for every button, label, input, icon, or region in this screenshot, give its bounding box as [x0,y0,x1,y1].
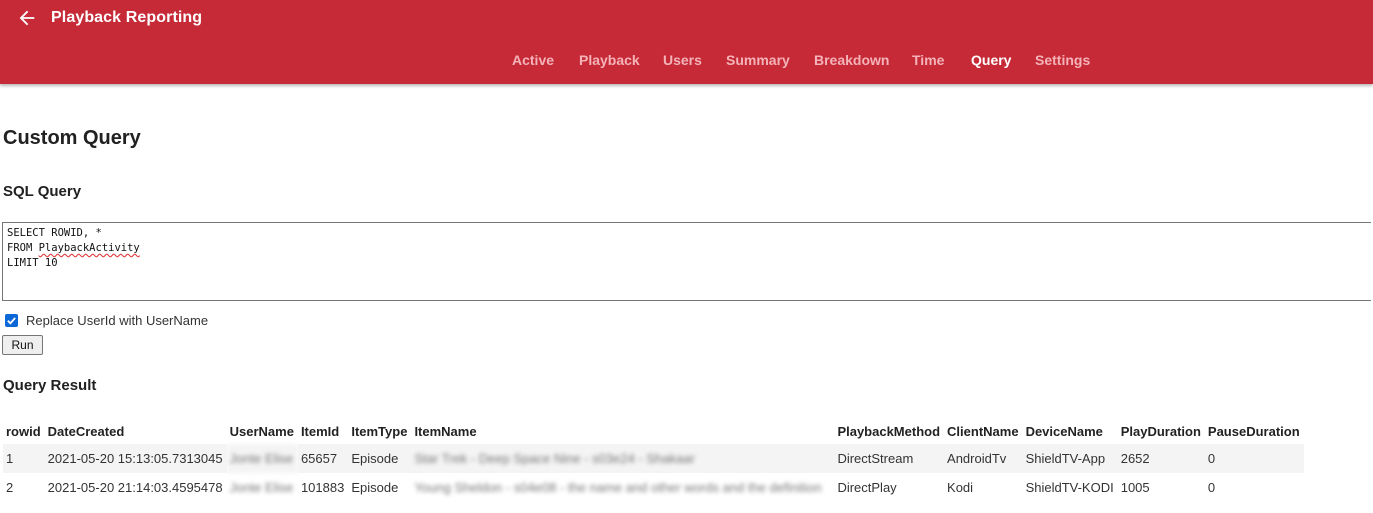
cell-item-name: Star Trek - Deep Space Nine - s03e24 - S… [411,444,835,473]
cell-pause-duration: 0 [1207,480,1216,495]
cell-username: Jonte Elise [229,480,294,495]
column-header: DeviceName [1025,423,1103,439]
cell-date-created: 2021-05-20 21:14:03.4595478 [47,480,223,495]
tab-time[interactable]: Time [912,52,944,68]
sql-line: FROM [7,242,39,254]
column-header: rowid [6,423,41,439]
column-header: ClientName [947,423,1019,439]
arrow-left-icon [19,10,35,26]
table-header-row: rowid DateCreated UserName ItemId ItemTy… [3,418,1304,444]
run-button[interactable]: Run [2,335,43,355]
tab-users[interactable]: Users [663,52,702,68]
cell-device-name: ShieldTV-KODI [1025,480,1114,495]
cell-item-id: 101883 [300,480,345,495]
column-header: UserName [229,423,294,439]
cell-playback-method: DirectPlay [837,480,897,495]
item-name-text: Young Sheldon - s04e08 - the name and ot… [414,480,822,495]
replace-userid-checkbox[interactable] [5,314,18,327]
cell-item-type: Episode [348,444,412,473]
sql-line: LIMIT 10 [7,257,58,269]
tab-summary[interactable]: Summary [726,52,790,68]
cell-date-created: 2021-05-20 15:13:05.7313045 [44,444,227,473]
results-table: rowid DateCreated UserName ItemId ItemTy… [3,418,1304,502]
cell-playback-method: DirectStream [834,444,945,473]
cell-rowid: 1 [3,444,45,473]
column-header: ItemType [351,423,408,439]
column-header: ItemId [300,423,340,439]
app-header: Playback Reporting Active Playback Users… [0,0,1373,84]
cell-client-name: AndroidTv [944,444,1023,473]
cell-device-name: ShieldTV-App [1022,444,1118,473]
column-header: ItemName [414,423,477,439]
checkmark-icon [7,317,16,325]
cell-item-name: Young Sheldon - s04e08 - the name and ot… [411,473,834,502]
cell-pause-duration: 0 [1204,444,1304,473]
app-title: Playback Reporting [51,9,203,26]
back-button[interactable] [16,7,38,29]
item-name-text: Star Trek - Deep Space Nine - s03e24 - S… [414,451,695,466]
sql-section-title: SQL Query [3,183,82,200]
cell-client-name: Kodi [947,480,974,495]
cell-item-id: 65657 [297,444,349,473]
column-header: DateCreated [47,423,125,439]
sql-line: SELECT ROWID, * [7,227,102,239]
cell-play-duration: 1005 [1120,480,1150,495]
cell-username: Jonte Elise [226,444,298,473]
sql-table-name: PlaybackActivity [38,242,140,254]
cell-item-type: Episode [351,480,399,495]
cell-play-duration: 2652 [1117,444,1205,473]
tab-playback[interactable]: Playback [579,52,640,68]
tab-query[interactable]: Query [971,52,1011,68]
column-header: PauseDuration [1207,423,1300,439]
sql-query-input[interactable]: SELECT ROWID, * FROM PlaybackActivity LI… [2,222,1371,301]
tab-breakdown[interactable]: Breakdown [814,52,889,68]
cell-rowid: 2 [6,480,14,495]
tab-active[interactable]: Active [512,52,554,68]
page-title: Custom Query [3,127,141,149]
replace-userid-label: Replace UserId with UserName [26,313,209,328]
table-row: 2 2021-05-20 21:14:03.4595478 Jonte Elis… [3,473,1304,502]
tab-settings[interactable]: Settings [1035,52,1090,68]
query-result-title: Query Result [3,377,97,394]
column-header: PlayDuration [1120,423,1201,439]
column-header: PlaybackMethod [837,423,941,439]
table-row: 1 2021-05-20 15:13:05.7313045 Jonte Elis… [3,444,1304,473]
